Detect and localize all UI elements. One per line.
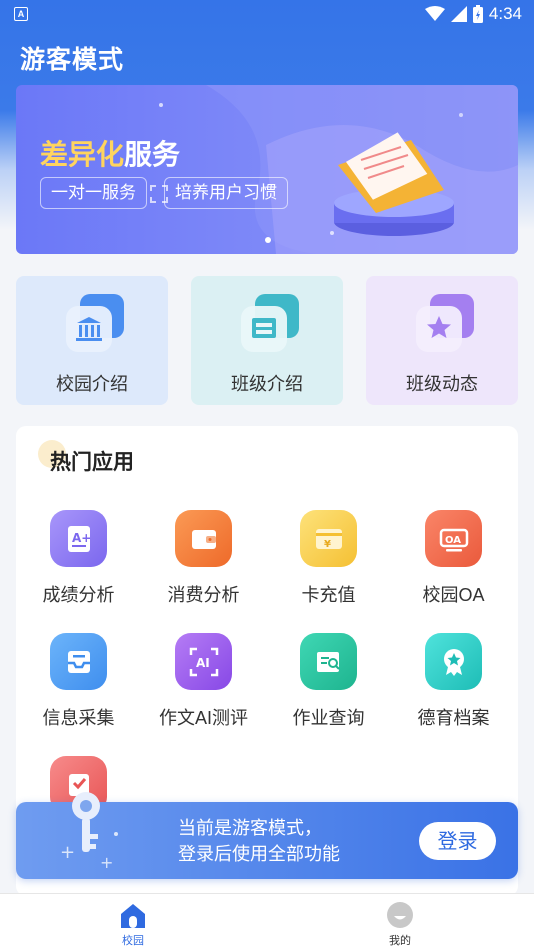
app-campus-oa[interactable]: OA 校园OA xyxy=(391,510,516,620)
wallet-icon xyxy=(175,510,232,567)
inbox-icon xyxy=(50,633,107,690)
ai-scan-icon: AI xyxy=(175,633,232,690)
tab-label: 我的 xyxy=(389,935,411,947)
svg-text:+: + xyxy=(60,842,75,863)
cellular-signal-icon xyxy=(450,6,467,22)
banner-tag: 培养用户习惯 xyxy=(164,177,288,209)
svg-text:A+: A+ xyxy=(72,531,91,545)
wifi-icon xyxy=(424,6,445,21)
grade-a-plus-icon: A+ xyxy=(50,510,107,567)
app-label: 卡充值 xyxy=(301,585,356,605)
card-recharge-icon: ¥ xyxy=(300,510,357,567)
tab-campus[interactable]: 校园 xyxy=(93,894,173,951)
tab-label: 校园 xyxy=(122,935,144,947)
quick-link-label: 校园介绍 xyxy=(56,374,128,394)
quick-link-class-news[interactable]: 班级动态 xyxy=(366,276,518,405)
svg-text:+: + xyxy=(100,853,113,872)
app-label: 德育档案 xyxy=(417,708,490,728)
quick-link-label: 班级介绍 xyxy=(231,374,303,394)
app-label: 消费分析 xyxy=(167,585,240,605)
school-building-icon xyxy=(66,294,124,352)
page-title: 游客模式 xyxy=(20,46,125,74)
guest-notice-line1: 当前是游客模式， xyxy=(178,818,322,838)
promo-banner[interactable]: 差异化服务 一对一服务 培养用户习惯 xyxy=(16,85,518,254)
home-icon xyxy=(121,904,145,928)
guest-notice-text: 当前是游客模式， 登录后使用全部功能 xyxy=(178,815,340,867)
key-icon: + + xyxy=(60,792,118,872)
app-label: 信息采集 xyxy=(42,708,115,728)
quick-link-class-intro[interactable]: 班级介绍 xyxy=(191,276,343,405)
app-grade-analysis[interactable]: A+ 成绩分析 xyxy=(16,510,141,620)
notification-indicator-icon: A xyxy=(14,7,28,21)
svg-text:¥: ¥ xyxy=(324,539,331,550)
banner-tag: 一对一服务 xyxy=(40,177,147,209)
app-info-collection[interactable]: 信息采集 xyxy=(16,633,141,743)
tab-mine[interactable]: 我的 xyxy=(360,894,440,951)
oa-icon: OA xyxy=(425,510,482,567)
banner-title-rest: 服务 xyxy=(124,139,181,170)
star-icon xyxy=(416,294,474,352)
quick-link-campus-intro[interactable]: 校园介绍 xyxy=(16,276,168,405)
app-label: 成绩分析 xyxy=(42,585,115,605)
homework-search-icon xyxy=(300,633,357,690)
app-essay-ai-review[interactable]: AI 作文AI测评 xyxy=(141,633,266,743)
section-title: 热门应用 xyxy=(50,451,134,474)
status-time: 4:34 xyxy=(488,4,522,23)
quick-link-label: 班级动态 xyxy=(406,374,478,394)
app-moral-education-archive[interactable]: 德育档案 xyxy=(391,633,516,743)
bottom-tab-bar: 校园 我的 xyxy=(0,893,534,951)
app-spending-analysis[interactable]: 消费分析 xyxy=(141,510,266,620)
banner-title: 差异化服务 xyxy=(40,133,180,173)
battery-icon xyxy=(472,5,483,23)
banner-title-highlight: 差异化 xyxy=(40,139,125,170)
status-icons: 4:34 xyxy=(424,4,522,24)
svg-text:OA: OA xyxy=(445,535,461,546)
app-label: 作业查询 xyxy=(292,708,365,728)
class-board-icon xyxy=(241,294,299,352)
app-label: 作文AI测评 xyxy=(158,708,248,728)
status-bar: A 4:34 xyxy=(0,0,534,30)
login-button[interactable]: 登录 xyxy=(419,822,496,860)
profile-icon xyxy=(387,902,413,928)
carousel-page-indicator xyxy=(265,237,271,243)
svg-text:AI: AI xyxy=(196,656,210,670)
award-badge-icon xyxy=(425,633,482,690)
app-homework-query[interactable]: 作业查询 xyxy=(266,633,391,743)
app-card-recharge[interactable]: ¥ 卡充值 xyxy=(266,510,391,620)
guest-mode-notice: + + 当前是游客模式， 登录后使用全部功能 登录 xyxy=(16,792,518,879)
app-label: 校园OA xyxy=(422,585,485,605)
guest-notice-line2: 登录后使用全部功能 xyxy=(178,844,340,864)
